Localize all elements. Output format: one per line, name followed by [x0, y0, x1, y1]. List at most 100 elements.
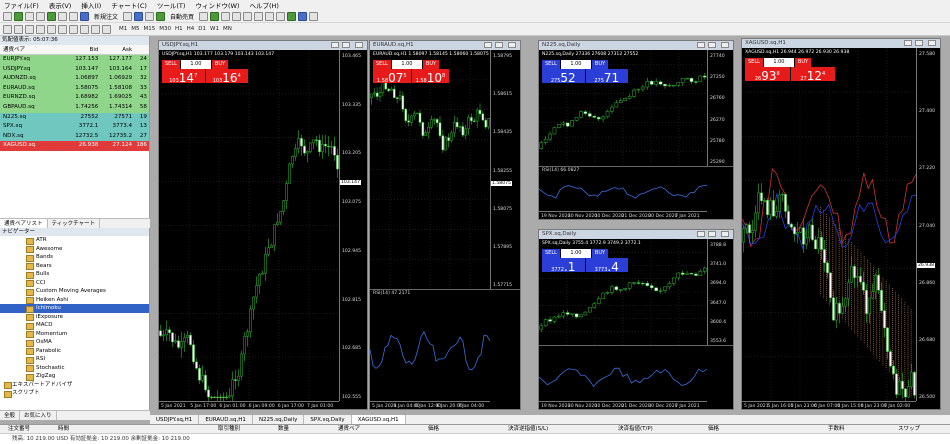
timeframe-W1[interactable]: W1	[208, 26, 221, 32]
maximize-icon[interactable]	[708, 231, 716, 237]
lot-size-input[interactable]: 1.00	[180, 60, 211, 69]
tester-icon[interactable]	[69, 11, 78, 21]
market-watch-row[interactable]: USDJPY.sq 103.147 103.164 17	[0, 64, 149, 75]
data-window-icon[interactable]	[36, 11, 45, 21]
buy-price[interactable]: 27571	[585, 69, 628, 85]
maximize-icon[interactable]	[342, 42, 350, 48]
navigator-item[interactable]: Parabolic	[0, 347, 149, 356]
maximize-icon[interactable]	[915, 40, 923, 46]
market-watch-row[interactable]: XAGUSD.sq 26.938 27.124 186	[0, 141, 149, 151]
zoom-in-icon[interactable]	[232, 11, 242, 21]
horizontal-line-icon[interactable]	[36, 24, 45, 34]
sell-price[interactable]: 3772.1	[542, 258, 585, 274]
profiles-icon[interactable]	[14, 11, 23, 21]
timeframe-M30[interactable]: M30	[157, 26, 173, 32]
market-watch-icon[interactable]	[25, 11, 34, 21]
buy-price[interactable]: 27124	[790, 67, 835, 83]
navigator-item[interactable]: Ichimoku	[0, 304, 149, 313]
menu-item-5[interactable]: ウィンドウ(W)	[195, 0, 239, 10]
signals-icon[interactable]	[134, 11, 144, 21]
minimize-icon[interactable]	[484, 42, 492, 48]
sell-price[interactable]: 1.58075	[373, 69, 411, 85]
tile-windows-icon[interactable]	[254, 11, 264, 21]
auto-trading-button[interactable]: 自動売買	[170, 12, 194, 21]
navigator-item[interactable]: Bears	[0, 262, 149, 271]
navigator-item[interactable]: CCI	[0, 279, 149, 288]
menu-item-0[interactable]: ファイル(F)	[4, 0, 39, 10]
menu-item-3[interactable]: チャート(C)	[111, 0, 147, 10]
market-watch-row[interactable]: EURAUD.sq 1.58075 1.58108 33	[0, 83, 149, 94]
navigator-item[interactable]: Momentum	[0, 330, 149, 339]
navigator-item[interactable]: Custom Moving Averages	[0, 287, 149, 296]
maximize-icon[interactable]	[708, 42, 716, 48]
price-plot[interactable]	[742, 48, 916, 401]
timeframe-M5[interactable]: M5	[129, 26, 141, 32]
navigator-item[interactable]: ZigZag	[0, 372, 149, 381]
maximize-icon[interactable]	[495, 42, 503, 48]
text-icon[interactable]	[80, 24, 89, 34]
arrows-icon[interactable]	[102, 24, 111, 34]
buy-price[interactable]: 3773.4	[585, 258, 628, 274]
sell-button[interactable]: SELL	[542, 249, 560, 258]
market-watch-row[interactable]: NDX.sq 12732.5 12735.2 27	[0, 131, 149, 142]
market-watch-row[interactable]: SPX.sq 3772.1 3773.4 13	[0, 122, 149, 132]
close-icon[interactable]	[721, 231, 729, 237]
chart-tab[interactable]: XAGUSD.sq,H1	[351, 415, 406, 424]
price-plot[interactable]	[370, 50, 490, 289]
navigator-item[interactable]: RSI	[0, 355, 149, 364]
minimize-icon[interactable]	[697, 231, 705, 237]
lot-size-input[interactable]: 1.00	[560, 249, 591, 258]
buy-button[interactable]: BUY	[794, 58, 812, 67]
chart-window-xagusd[interactable]: XAGUSD.sq,H1 27.580 27.400 27.220 27.040 26.…	[741, 38, 941, 410]
market-watch-row[interactable]: N225.sq 27552 27571 19	[0, 112, 149, 123]
chart-tab[interactable]: N225.sq,Daily	[253, 415, 305, 424]
minimize-icon[interactable]	[331, 42, 339, 48]
navigator-item[interactable]: ATR	[0, 236, 149, 245]
buy-button[interactable]: BUY	[422, 60, 440, 69]
terminal-column[interactable]: 時間	[50, 425, 210, 433]
tab-favorites[interactable]: お気に入り	[20, 411, 57, 420]
chart-shift-icon[interactable]	[265, 11, 275, 21]
sell-button[interactable]: SELL	[542, 60, 560, 69]
terminal-column[interactable]: 通貨ペア	[330, 425, 420, 433]
market-watch-row[interactable]: AUDNZD.sq 1.06897 1.06929 32	[0, 74, 149, 84]
buy-button[interactable]: BUY	[211, 60, 229, 69]
close-icon[interactable]	[355, 42, 363, 48]
market-icon[interactable]	[145, 11, 155, 21]
navigator-scripts[interactable]: スクリプト	[0, 389, 149, 398]
navigator-item[interactable]: iExposure	[0, 313, 149, 322]
navigator-item[interactable]: Awesome	[0, 245, 149, 254]
market-watch-row[interactable]: EURNZD.sq 1.68982 1.69025 43	[0, 93, 149, 103]
buy-button[interactable]: BUY	[591, 60, 609, 69]
sell-button[interactable]: SELL	[373, 60, 391, 69]
lot-size-input[interactable]: 1.00	[763, 58, 794, 67]
trendline-icon[interactable]	[47, 24, 56, 34]
terminal-column[interactable]: 注文番号	[0, 425, 50, 433]
chart-window-n225[interactable]: N225.sq,Daily 27740 27250 26760 26270 25780 2…	[538, 40, 734, 220]
timeframe-H4[interactable]: H4	[185, 26, 197, 32]
timeframe-MN[interactable]: MN	[221, 26, 234, 32]
periods-icon[interactable]	[298, 11, 308, 21]
chart-tab[interactable]: EURAUD.sq,H1	[199, 415, 253, 424]
metaeditor-icon[interactable]	[123, 11, 133, 21]
timeframe-M15[interactable]: M15	[142, 26, 158, 32]
minimize-icon[interactable]	[697, 42, 705, 48]
navigator-expert-advisors[interactable]: エキスパートアドバイザ	[0, 381, 149, 390]
terminal-column[interactable]: スワップ	[890, 425, 950, 433]
indicator-subwindow[interactable]	[539, 346, 707, 402]
menu-item-2[interactable]: 挿入(I)	[81, 0, 101, 10]
buy-button[interactable]: BUY	[591, 249, 609, 258]
timeframe-M1[interactable]: M1	[117, 26, 129, 32]
close-icon[interactable]	[928, 40, 936, 46]
timeframe-H1[interactable]: H1	[173, 26, 185, 32]
navigator-item[interactable]: MACD	[0, 321, 149, 330]
tab-tick-chart[interactable]: ティックチャート	[48, 219, 101, 228]
navigator-item[interactable]: Bands	[0, 253, 149, 262]
tab-symbol-list[interactable]: 通貨ペアリスト	[0, 219, 48, 228]
autoscroll-icon[interactable]	[276, 11, 286, 21]
market-watch-row[interactable]: EURJPY.sq 127.153 127.177 24	[0, 55, 149, 65]
lot-size-input[interactable]: 1.00	[391, 60, 422, 69]
sell-button[interactable]: SELL	[162, 60, 180, 69]
sell-price[interactable]: 26938	[745, 67, 790, 83]
sell-price[interactable]: 103147	[162, 69, 205, 85]
